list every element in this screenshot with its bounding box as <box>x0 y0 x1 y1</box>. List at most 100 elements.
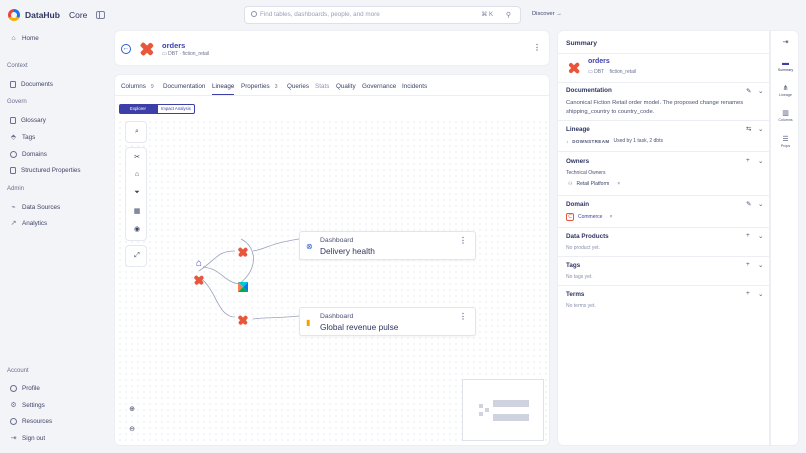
divider <box>558 120 769 121</box>
chevron-down-icon[interactable]: ⌄ <box>758 200 763 208</box>
dbt-node-icon[interactable] <box>235 312 251 328</box>
tab-stats[interactable]: Stats <box>315 83 329 90</box>
entity-platform: DBT <box>168 51 179 57</box>
entity-name: orders <box>162 41 186 50</box>
lineage-node-delivery-health[interactable]: ⊗ Dashboard Delivery health ⋮ <box>299 231 476 260</box>
explorer-mode-button[interactable]: Explorer <box>119 104 157 114</box>
close-panel-icon[interactable]: ⇥ <box>771 38 800 46</box>
filter-icon[interactable]: ⚲ <box>506 11 511 19</box>
tab-queries[interactable]: Queries <box>287 83 309 90</box>
nav-section-account: Account <box>7 368 29 374</box>
node-title: Delivery health <box>320 246 375 256</box>
chevron-down-icon[interactable]: ⌄ <box>758 232 763 240</box>
side-tab-columns[interactable]: ▥ Columns <box>771 109 800 122</box>
owners-heading: Owners <box>566 158 590 165</box>
user-icon <box>10 385 17 392</box>
sidebar-item-domains[interactable]: Domains <box>10 151 47 158</box>
owner-name: Retail Platform <box>576 181 610 187</box>
sidebar-item-sign-out[interactable]: ⇥ Sign out <box>10 435 46 442</box>
edit-icon[interactable]: ✎ <box>746 200 751 208</box>
share-icon[interactable]: ⇆ <box>746 125 751 133</box>
chevron-down-icon[interactable]: ⌄ <box>758 261 763 269</box>
more-menu-icon[interactable]: ⋮ <box>533 43 541 52</box>
more-menu-icon[interactable]: ⋮ <box>459 236 467 245</box>
add-icon[interactable]: + <box>746 232 750 239</box>
chevron-down-icon[interactable]: ⌄ <box>758 157 763 165</box>
summary-container[interactable]: fiction_retail <box>609 69 636 75</box>
sidebar-item-data-sources[interactable]: ⌁ Data Sources <box>10 204 60 211</box>
owners-subheading: Technical Owners <box>566 170 606 176</box>
add-icon[interactable]: + <box>746 290 750 297</box>
dbt-node-icon[interactable] <box>235 244 251 260</box>
side-tab-props[interactable]: ☰ Props <box>771 135 800 148</box>
lineage-heading: Lineage <box>566 126 590 133</box>
tab-quality[interactable]: Quality <box>336 83 356 90</box>
trend-icon: ↗ <box>10 220 17 227</box>
left-nav: DataHub Core ⌂ Home Context Documents Go… <box>0 0 112 453</box>
powerbi-icon: ▮ <box>306 318 311 327</box>
downstream-label: DOWNSTREAM <box>572 138 610 144</box>
domain-letter: C <box>566 213 574 221</box>
tab-lineage[interactable]: Lineage <box>212 83 235 96</box>
sidebar-item-glossary[interactable]: Glossary <box>10 117 46 124</box>
chevron-down-icon[interactable]: ⌄ <box>758 87 763 95</box>
divider <box>558 151 769 152</box>
side-tab-lineage[interactable]: ⋔ Lineage <box>771 84 800 97</box>
lineage-canvas[interactable]: ⌕ ✂ ⌂ ⏷ ▦ ◉ ⤢ ⌂ ⊗ Dashboard Delivery hea… <box>117 119 547 443</box>
search-bar[interactable]: Find tables, dashboards, people, and mor… <box>244 6 521 24</box>
discover-link[interactable]: Discover → <box>532 11 562 17</box>
entity-container[interactable]: fiction_retail <box>183 51 210 57</box>
sidebar-item-home[interactable]: ⌂ Home <box>10 35 39 42</box>
sidebar-item-label: Data Sources <box>22 204 61 211</box>
add-owner-icon[interactable]: + <box>746 157 750 164</box>
sidebar-item-profile[interactable]: Profile <box>10 385 40 392</box>
home-icon: ⌂ <box>11 35 16 42</box>
sidebar-toggle-icon[interactable] <box>96 11 105 19</box>
sidebar-item-label: Home <box>22 35 39 42</box>
summary-title: Summary <box>566 40 597 47</box>
remove-icon[interactable]: × <box>617 181 620 187</box>
tab-label: Queries <box>287 83 310 90</box>
sidebar-item-settings[interactable]: ⚙ Settings <box>10 402 45 409</box>
back-arrow-icon[interactable]: ← <box>121 44 131 54</box>
divider <box>558 82 769 83</box>
sidebar-item-label: Settings <box>22 402 45 409</box>
airflow-node-icon[interactable] <box>235 279 251 295</box>
tab-documentation[interactable]: Documentation <box>163 83 205 90</box>
remove-icon[interactable]: × <box>609 214 612 220</box>
sidebar-item-documents[interactable]: Documents <box>10 81 53 88</box>
owner-pill[interactable]: ⚇ Retail Platform × <box>568 181 620 187</box>
more-menu-icon[interactable]: ⋮ <box>459 312 467 321</box>
tab-properties[interactable]: Properties 3 <box>241 83 277 90</box>
domain-pill[interactable]: C Commerce × <box>566 213 612 221</box>
document-icon <box>10 81 16 88</box>
sidebar-item-structured-properties[interactable]: Structured Properties <box>10 167 81 174</box>
add-icon[interactable]: + <box>746 261 750 268</box>
tab-count: 3 <box>274 84 278 90</box>
search-input[interactable]: Find tables, dashboards, people, and mor… <box>260 11 380 18</box>
properties-icon: ☰ <box>782 136 789 143</box>
side-tab-summary[interactable]: ▬ Summary <box>771 60 800 72</box>
lineage-minimap[interactable] <box>462 379 544 441</box>
sidebar-item-resources[interactable]: Resources <box>10 418 52 425</box>
sidebar-item-tags[interactable]: ⬘ Tags <box>10 134 36 141</box>
sidebar-item-analytics[interactable]: ↗ Analytics <box>10 220 48 227</box>
tab-incidents[interactable]: Incidents <box>402 83 427 90</box>
tab-columns[interactable]: Columns 9 <box>121 83 154 90</box>
dbt-node-icon[interactable] <box>191 272 207 288</box>
divider <box>558 53 769 54</box>
impact-analysis-mode-button[interactable]: Impact Analysis <box>157 104 195 114</box>
chevron-down-icon[interactable]: ⌄ <box>758 125 763 133</box>
lineage-node-global-revenue-pulse[interactable]: ▮ Dashboard Global revenue pulse ⋮ <box>299 307 476 336</box>
chevron-down-icon[interactable]: ⌄ <box>758 290 763 298</box>
search-icon <box>251 11 257 17</box>
tab-label: Documentation <box>163 83 206 90</box>
brand[interactable]: DataHub Core <box>8 9 87 21</box>
edit-icon[interactable]: ✎ <box>746 87 751 95</box>
downstream-text[interactable]: Used by 1 task, 2 dbts <box>614 138 663 144</box>
zoom-in-icon[interactable]: ⊕ <box>127 405 137 415</box>
zoom-out-icon[interactable]: ⊖ <box>127 425 137 435</box>
data-products-empty: No product yet. <box>566 245 600 251</box>
summary-entity-name[interactable]: orders <box>588 58 610 65</box>
tab-governance[interactable]: Governance <box>362 83 396 90</box>
